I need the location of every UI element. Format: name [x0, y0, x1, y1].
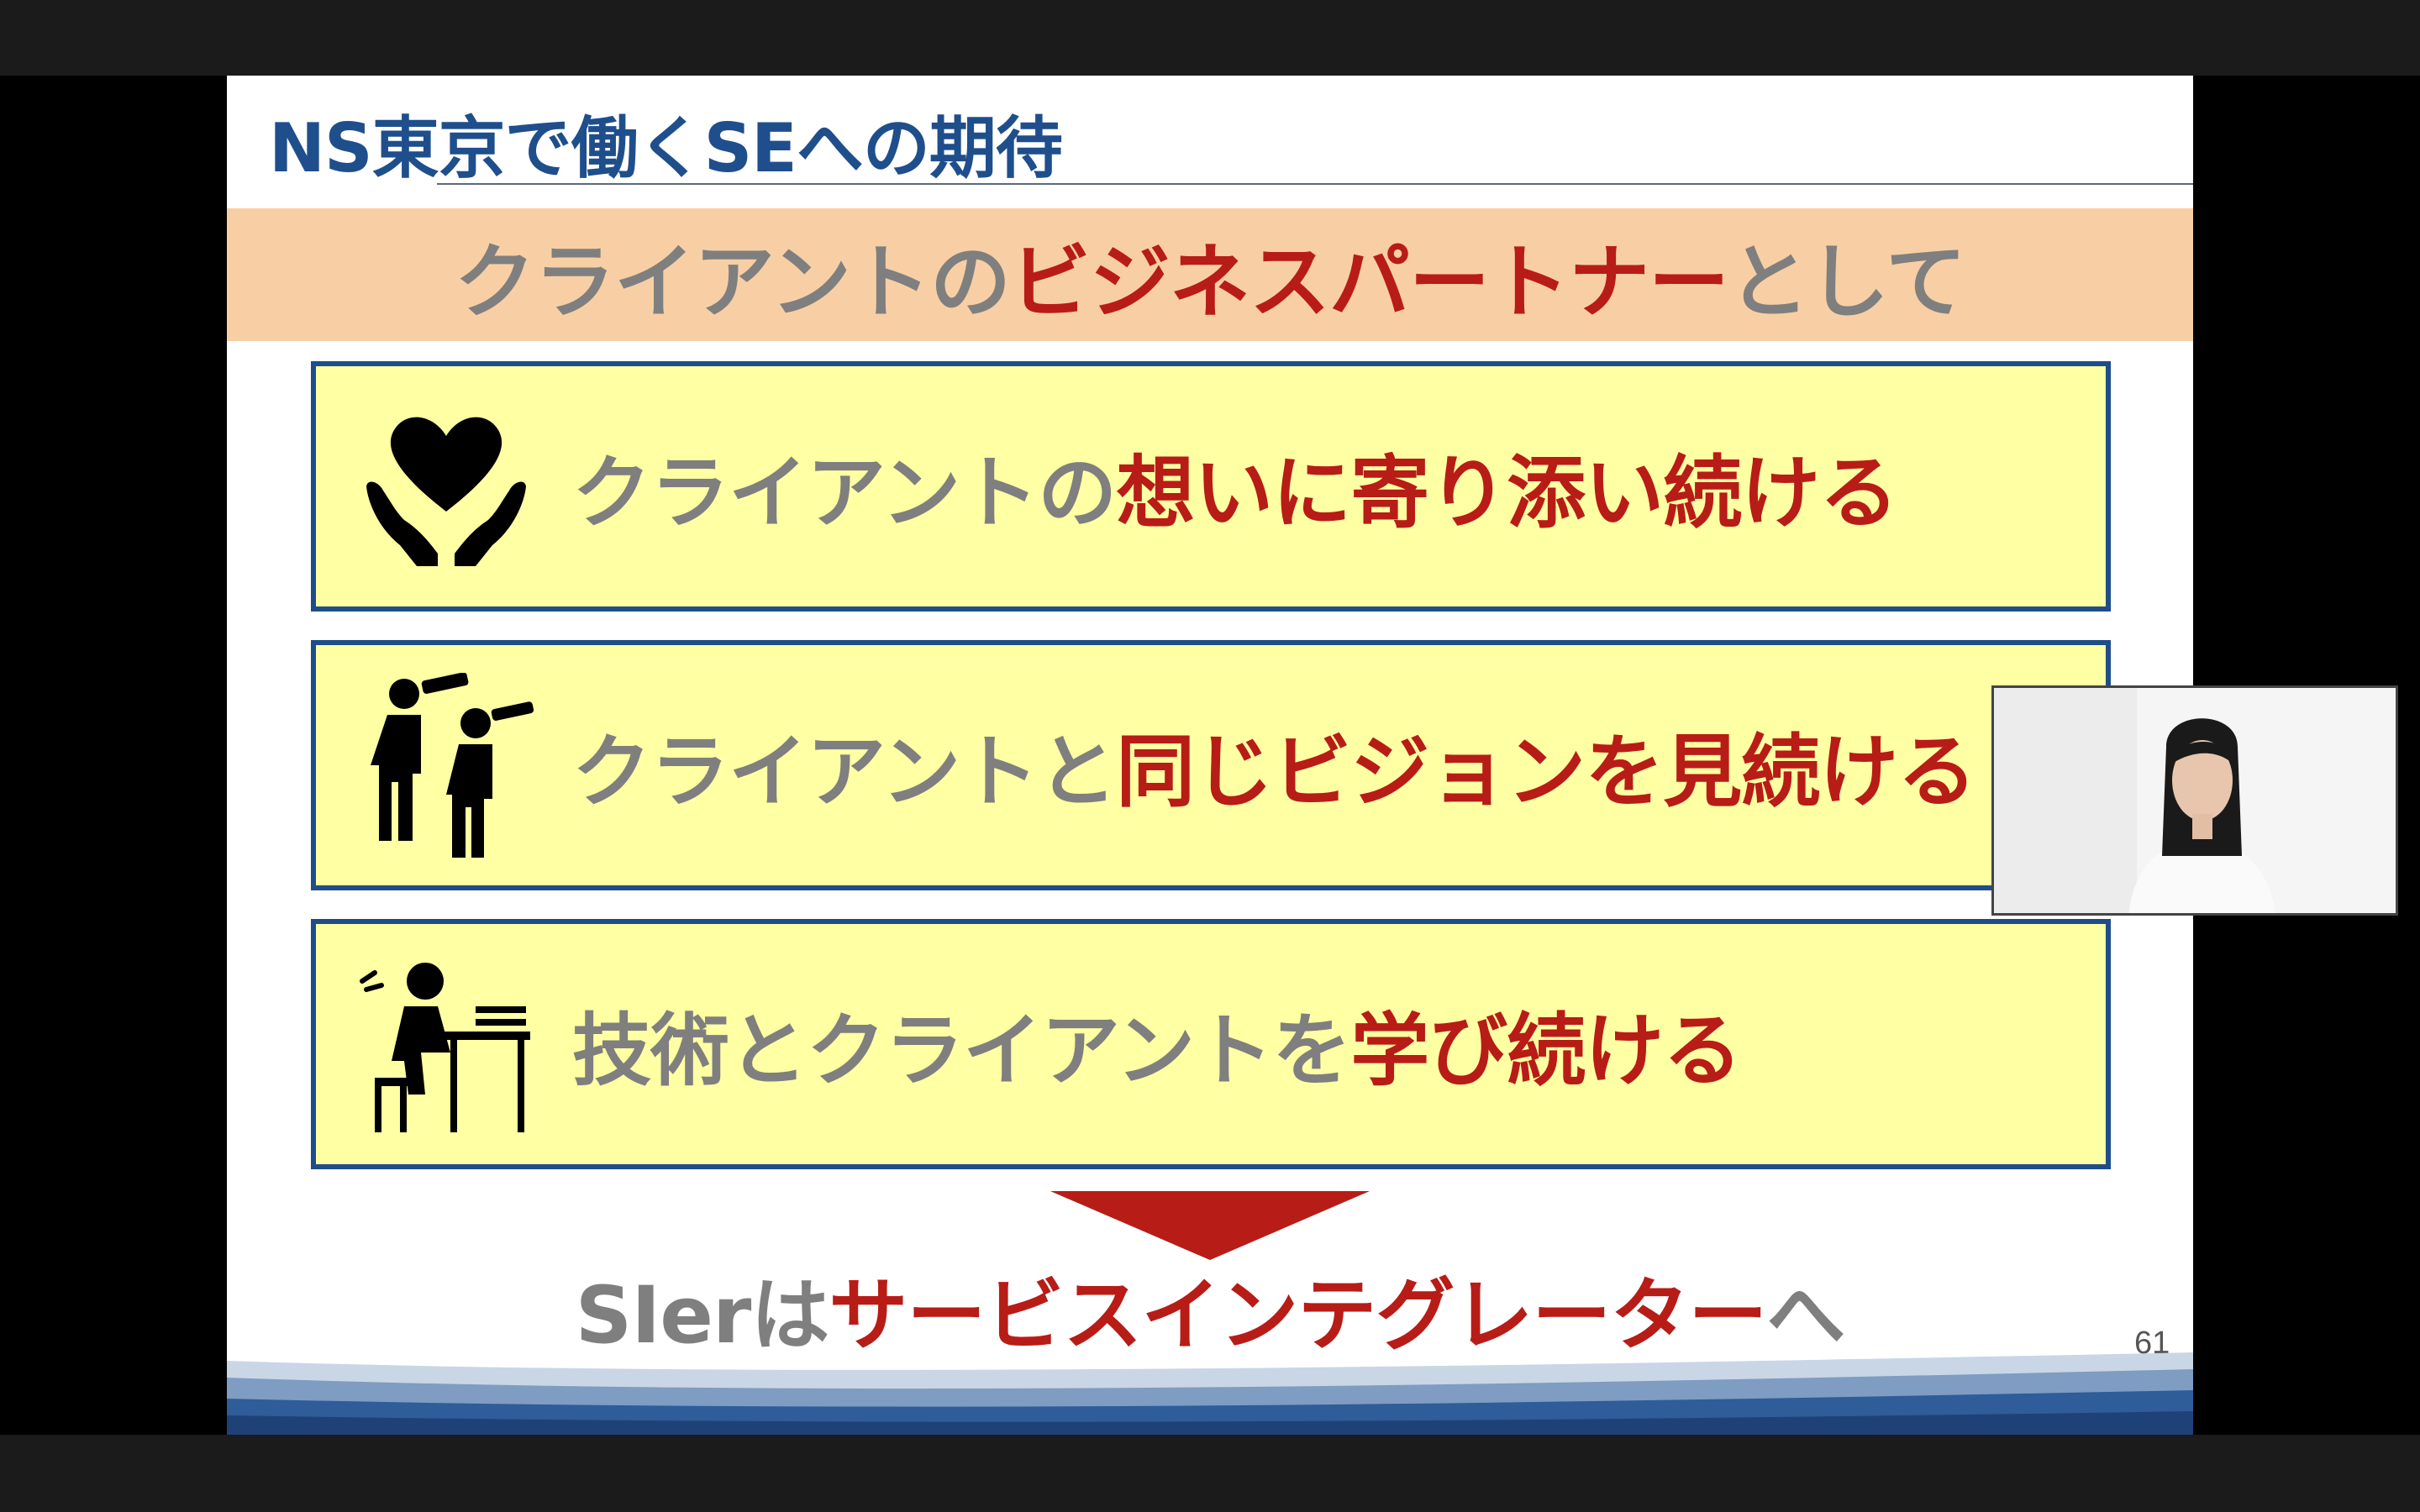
card-2-red-text: 同じビジョンを見続ける [1116, 727, 1976, 818]
expectation-card-2: クライアントと同じビジョンを見続ける [311, 640, 2111, 890]
participant-video-tile[interactable] [1991, 685, 2398, 916]
subtitle-banner: クライアントのビジネスパートナーとして [227, 208, 2193, 341]
bottom-bar [0, 1435, 2420, 1512]
card-2-text: クライアントと同じビジョンを見続ける [572, 708, 1976, 822]
card-1-text: クライアントの想いに寄り添い続ける [572, 429, 1898, 543]
banner-text: クライアントのビジネスパートナーとして [454, 217, 1966, 333]
card-3-gray-text: 技術とクライアントを [572, 1005, 1351, 1097]
slide-title: NS東京で働くSEへの期待 [269, 109, 1063, 187]
banner-text-red: ビジネスパートナー [1010, 234, 1729, 329]
conclusion-gray-text: SIerは [575, 1270, 830, 1362]
participant-video-feed [1994, 688, 2396, 913]
expectation-card-1: クライアントの想いに寄り添い続ける [311, 361, 2111, 612]
card-1-red-text: 想いに寄り添い続ける [1116, 448, 1898, 539]
presentation-slide: NS東京で働くSEへの期待 クライアントのビジネスパートナーとして クライアント… [227, 76, 2193, 1435]
people-telescope-icon [371, 673, 534, 858]
conclusion-suffix-text: へ [1766, 1270, 1845, 1362]
card-3-red-text: 学び続ける [1350, 1005, 1742, 1097]
top-bar [0, 0, 2420, 76]
card-2-gray-text: クライアントと [572, 727, 1117, 818]
down-arrow-icon [1050, 1191, 1370, 1260]
banner-text-suffix: として [1728, 234, 1966, 329]
card-1-gray-text: クライアントの [572, 448, 1117, 539]
expectation-card-3: 技術とクライアントを学び続ける [311, 919, 2111, 1169]
person-studying-icon [360, 963, 530, 1132]
conclusion-text: SIerはサービスインテグレーターへ [227, 1252, 2193, 1366]
heart-hands-icon [366, 417, 526, 566]
card-3-text: 技術とクライアントを学び続ける [572, 987, 1742, 1101]
footer-wave-decoration [227, 1352, 2193, 1435]
conclusion-red-text: サービスインテグレーター [829, 1270, 1767, 1362]
banner-text-gray: クライアントの [454, 234, 1011, 329]
title-underline [437, 183, 2193, 185]
